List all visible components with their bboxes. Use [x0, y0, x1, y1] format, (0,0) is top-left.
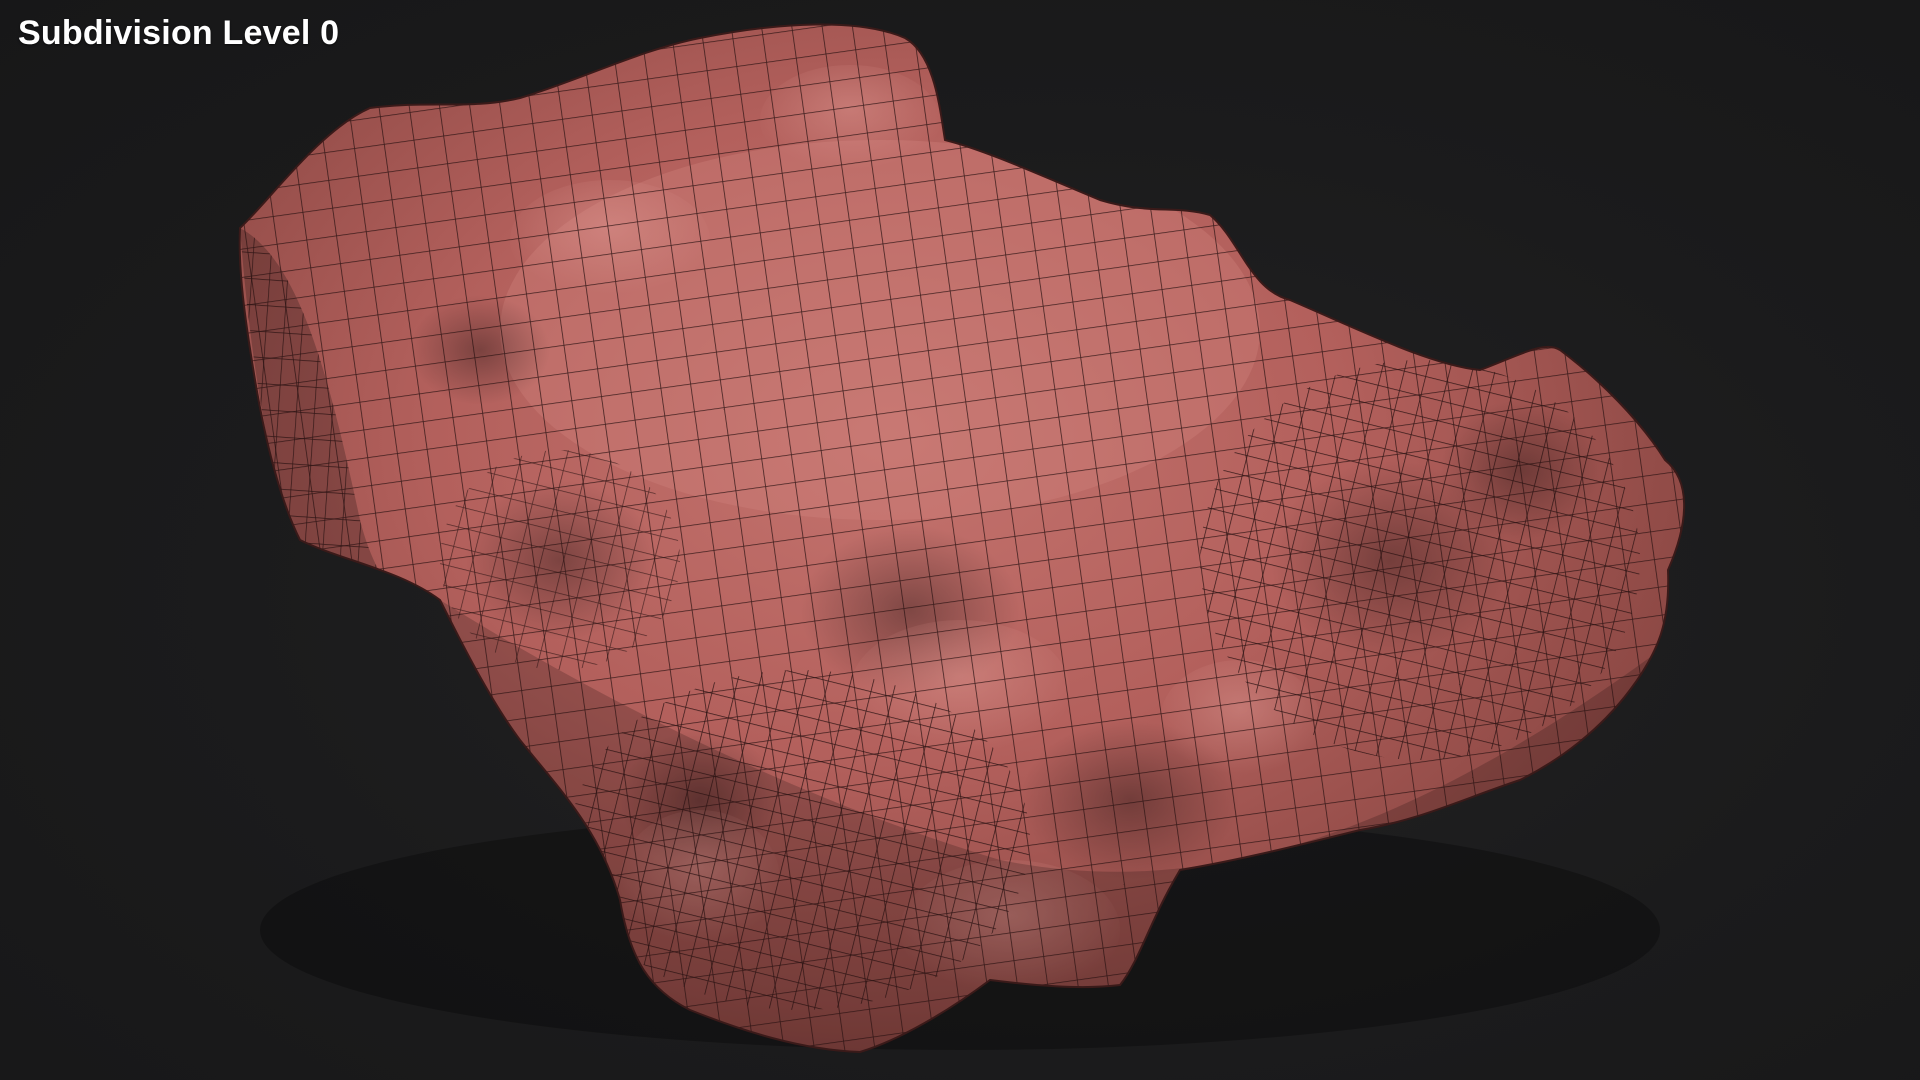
render-viewport: Subdivision Level 0: [0, 0, 1920, 1080]
mesh-render: [238, 23, 1686, 1053]
subdivision-level-label: Subdivision Level 0: [18, 14, 340, 52]
